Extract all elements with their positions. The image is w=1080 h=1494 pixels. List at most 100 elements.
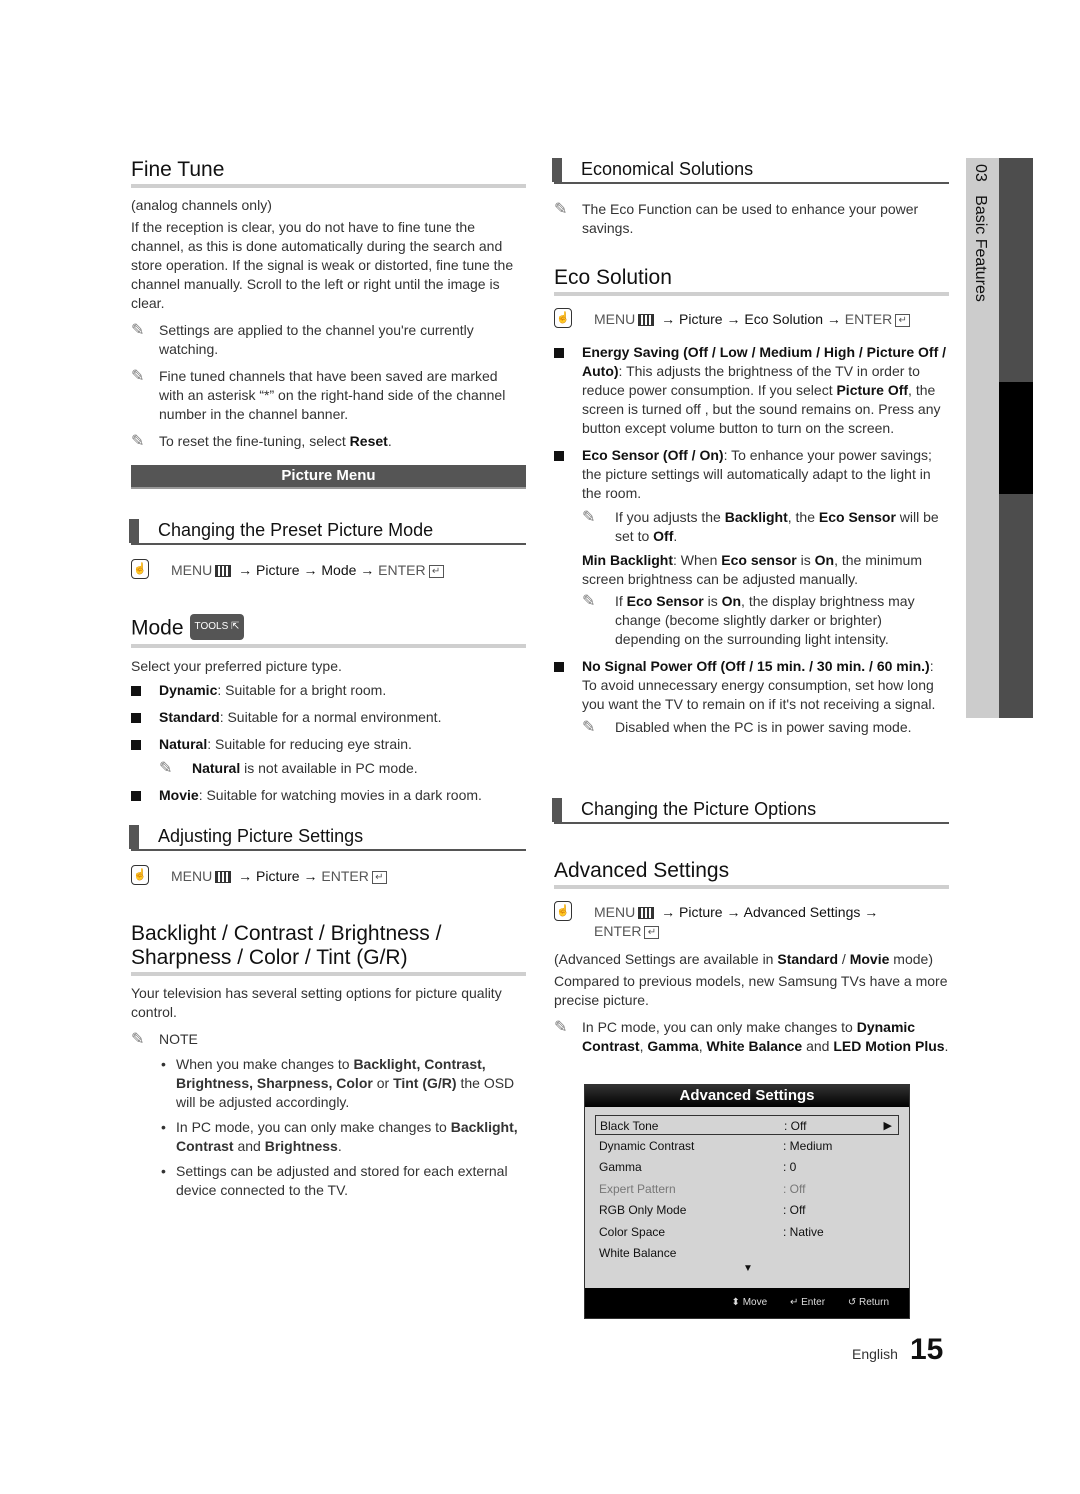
osd-move-hint: ⬍ Move — [731, 1297, 768, 1308]
mode-item-standard: Standard: Suitable for a normal environm… — [131, 708, 526, 727]
eco-solution-heading: Eco Solution — [554, 266, 949, 296]
adjusting-heading: Adjusting Picture Settings — [129, 825, 526, 851]
mode-item-movie: Movie: Suitable for watching movies in a… — [131, 786, 526, 805]
scroll-down-icon[interactable]: ▼ — [743, 1263, 753, 1274]
osd-row-black-tone[interactable]: Black Tone: Off ▶ — [595, 1115, 899, 1135]
adjusting-section: Adjusting Picture Settings ☝ MENU → Pict… — [129, 825, 526, 886]
hand-touch-icon: ☝ — [131, 865, 149, 885]
menu-icon — [638, 907, 655, 920]
advanced-availability: (Advanced Settings are available in Stan… — [554, 951, 933, 967]
advanced-pc-note: ✎ In PC mode, you can only make changes t… — [554, 1019, 949, 1054]
pencil-note-icon: ✎ — [131, 433, 145, 450]
picture-options-heading: Changing the Picture Options — [552, 798, 949, 824]
hand-touch-icon: ☝ — [554, 901, 572, 921]
min-backlight-note: ✎ If Eco Sensor is On, the display bright… — [582, 593, 915, 647]
hand-touch-icon: ☝ — [554, 308, 572, 328]
pencil-note-icon: ✎ — [131, 368, 145, 385]
square-bullet-icon — [554, 451, 564, 461]
fine-tune-note-1: ✎ Settings are applied to the channel you… — [131, 322, 474, 357]
menu-icon — [215, 871, 232, 884]
square-bullet-icon — [131, 686, 141, 696]
fine-tune-heading: Fine Tune — [131, 158, 526, 188]
square-bullet-icon — [131, 713, 141, 723]
note-bullet-3: • Settings can be adjusted and stored for… — [161, 1163, 508, 1198]
pencil-note-icon: ✎ — [582, 593, 596, 610]
pencil-note-icon: ✎ — [159, 760, 173, 777]
fine-tune-body: If the reception is clear, you do not ha… — [131, 219, 514, 311]
pencil-note-icon: ✎ — [554, 1019, 568, 1036]
osd-return-hint: ↺ Return — [847, 1297, 889, 1308]
page-number: 15 — [910, 1333, 944, 1366]
pencil-note-icon: ✎ — [131, 1031, 145, 1048]
economical-note: ✎ The Eco Function can be used to enhance… — [554, 201, 919, 236]
fine-tune-note-3: ✎ To reset the fine-tuning, select Reset. — [131, 433, 392, 450]
picture-menu-banner: Picture Menu — [131, 465, 526, 489]
eco-sensor-note: ✎ If you adjusts the Backlight, the Eco S… — [582, 509, 939, 544]
preset-mode-heading: Changing the Preset Picture Mode — [129, 519, 526, 545]
bullet-dot-icon: • — [161, 1119, 166, 1135]
advanced-settings-section: Advanced Settings ☝ MENU → Picture → Adv… — [554, 859, 949, 1056]
backlight-heading: Backlight / Contrast / Brightness / Sharp… — [131, 922, 526, 976]
note-bullet-2: • In PC mode, you can only make changes t… — [161, 1119, 518, 1154]
osd-row-rgb-only-mode[interactable]: RGB Only Mode: Off — [595, 1200, 899, 1220]
osd-row-expert-pattern: Expert Pattern: Off — [599, 1182, 806, 1196]
pencil-note-icon: ✎ — [582, 719, 596, 736]
osd-row-gamma[interactable]: Gamma: 0 — [595, 1157, 899, 1177]
mode-heading: Mode TOOLS ⇱ — [131, 614, 526, 648]
fine-tune-note-2: ✎ Fine tuned channels that have been save… — [131, 368, 506, 422]
osd-title: Advanced Settings — [585, 1085, 909, 1107]
mode-section: Mode TOOLS ⇱ Select your preferred pictur… — [131, 614, 526, 805]
chapter-tab-indicator — [999, 382, 1033, 494]
eco-sensor-item: Eco Sensor (Off / On): To enhance your p… — [554, 446, 949, 503]
fine-tune-section: Fine Tune (analog channels only) If the … — [131, 158, 526, 451]
osd-footer: ⬍ Move ↵ Enter ↺ Return — [585, 1288, 909, 1318]
enter-icon: ↵ — [428, 564, 444, 578]
no-signal-note: ✎ Disabled when the PC is in power saving… — [582, 719, 912, 736]
backlight-body: Your television has several setting opti… — [131, 985, 502, 1020]
osd-row-white-balance[interactable]: White Balance — [595, 1243, 899, 1263]
energy-saving-item: Energy Saving (Off / Low / Medium / High… — [554, 343, 949, 438]
mode-item-dynamic: Dynamic: Suitable for a bright room. — [131, 681, 526, 700]
preset-mode-menu-path: ☝ MENU → Picture → Mode → ENTER ↵ — [131, 559, 526, 580]
economical-section: Economical Solutions ✎ The Eco Function c… — [552, 158, 949, 238]
mode-intro: Select your preferred picture type. — [131, 658, 342, 674]
square-bullet-icon — [554, 348, 564, 358]
square-bullet-icon — [131, 740, 141, 750]
tools-badge: TOOLS ⇱ — [189, 614, 245, 640]
enter-icon: ↵ — [371, 870, 387, 884]
bullet-dot-icon: • — [161, 1163, 166, 1179]
pencil-note-icon: ✎ — [554, 201, 568, 218]
advanced-menu-path: ☝ MENU → Picture → Advanced Settings → E… — [554, 901, 949, 941]
natural-note: ✎ Natural is not available in PC mode. — [159, 760, 418, 777]
right-arrow-icon: ▶ — [883, 1120, 892, 1132]
square-bullet-icon — [131, 791, 141, 801]
advanced-settings-heading: Advanced Settings — [554, 859, 949, 889]
osd-row-dynamic-contrast[interactable]: Dynamic Contrast: Medium — [595, 1136, 899, 1156]
osd-row-color-space[interactable]: Color Space: Native — [595, 1222, 899, 1242]
picture-options-section: Changing the Picture Options — [552, 798, 949, 824]
economical-heading: Economical Solutions — [552, 158, 949, 184]
menu-icon — [215, 565, 232, 578]
footer-language: English — [852, 1346, 898, 1362]
enter-icon: ↵ — [644, 925, 660, 939]
fine-tune-subtitle: (analog channels only) — [131, 197, 272, 213]
osd-enter-hint: ↵ Enter — [789, 1297, 826, 1308]
chapter-tab-label: 03 Basic Features — [972, 164, 989, 302]
no-signal-item: No Signal Power Off (Off / 15 min. / 30 … — [554, 657, 949, 714]
bullet-dot-icon: • — [161, 1056, 166, 1072]
note-bullet-1: • When you make changes to Backlight, Con… — [161, 1056, 515, 1110]
note-label: ✎ NOTE — [131, 1031, 198, 1048]
pencil-note-icon: ✎ — [131, 322, 145, 339]
enter-icon: ↵ — [895, 313, 911, 327]
preset-mode-section: Changing the Preset Picture Mode ☝ MENU … — [129, 519, 526, 580]
adjusting-menu-path: ☝ MENU → Picture → ENTER ↵ — [131, 865, 526, 886]
menu-icon — [638, 314, 655, 327]
min-backlight-text: Min Backlight: When Eco sensor is On, th… — [582, 552, 923, 587]
pencil-note-icon: ✎ — [582, 509, 596, 526]
backlight-section: Backlight / Contrast / Brightness / Sharp… — [131, 922, 526, 1200]
advanced-settings-osd: Advanced Settings Black Tone: Off ▶ Dynam… — [584, 1084, 910, 1319]
advanced-body: Compared to previous models, new Samsung… — [554, 973, 948, 1008]
eco-solution-section: Eco Solution ☝ MENU → Picture → Eco Solu… — [554, 266, 949, 737]
eco-solution-menu-path: ☝ MENU → Picture → Eco Solution → ENTER ↵ — [554, 308, 949, 329]
hand-touch-icon: ☝ — [131, 559, 149, 579]
